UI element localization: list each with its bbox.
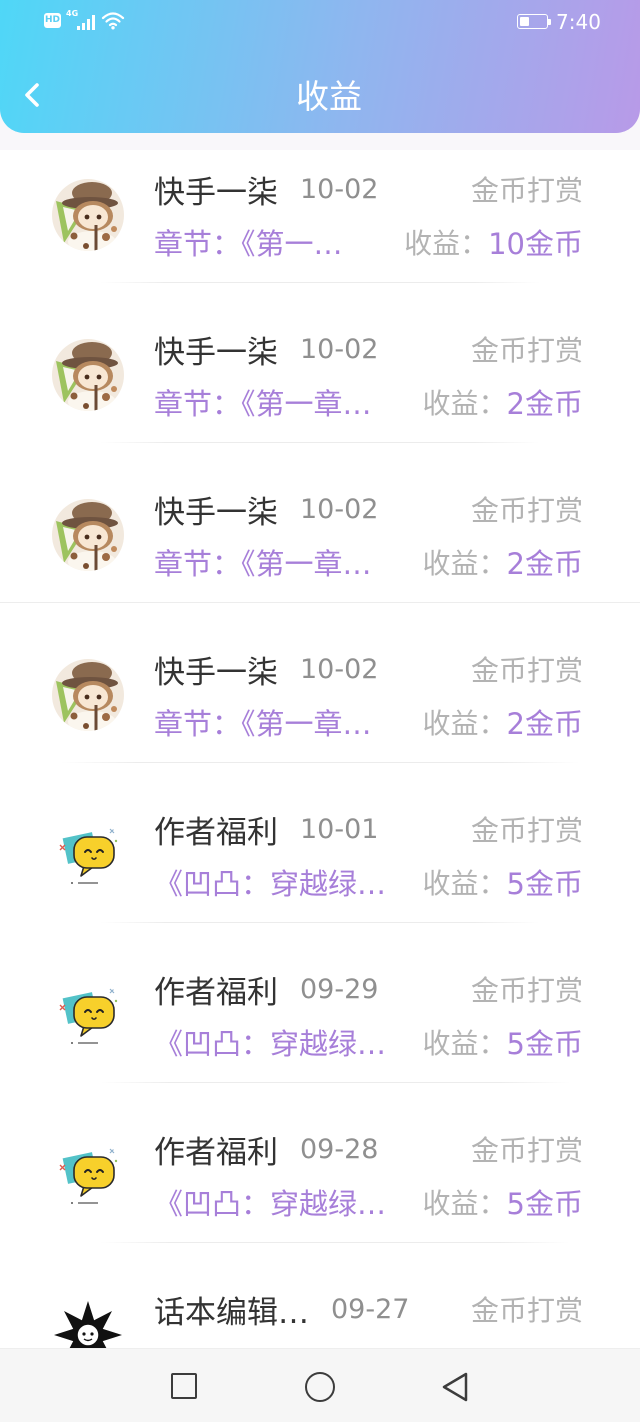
income-record-list[interactable]: 快手一柒 10-02 金币打赏 章节：《第一… 收益： 10金币 快手一柒 10-02 金币打赏…	[0, 150, 640, 1422]
system-nav-bar	[0, 1348, 640, 1422]
record-sender-name: 快手一柒	[154, 334, 278, 371]
income-amount: 10金币	[488, 227, 583, 261]
income-amount: 2金币	[506, 707, 583, 741]
record-date: 10-02	[300, 653, 379, 685]
record-source: 章节：《第一…	[154, 227, 343, 261]
avatar-girl-with-hat[interactable]	[52, 659, 124, 731]
record-date: 10-02	[300, 493, 379, 525]
record-date: 09-28	[300, 1133, 379, 1165]
income-record[interactable]: 快手一柒 10-02 金币打赏章节：《第一… 收益： 10金币	[0, 150, 640, 310]
record-sender-name: 作者福利	[154, 1134, 278, 1171]
record-sender-name: 快手一柒	[154, 494, 278, 531]
battery-icon	[517, 14, 552, 29]
record-type: 金币打赏	[470, 1294, 583, 1327]
row-divider	[100, 922, 540, 923]
income-label: 收益：	[422, 387, 507, 420]
record-type: 金币打赏	[470, 814, 583, 847]
record-detail-line: 章节：《第一章… 收益： 2金币	[154, 702, 583, 742]
record-date: 09-27	[331, 1293, 410, 1325]
record-sender-name: 作者福利	[154, 974, 278, 1011]
avatar-yellow-chat-bubble[interactable]	[52, 819, 124, 891]
record-header: 快手一柒 10-02 金币打赏	[154, 649, 583, 691]
record-detail-line: 章节：《第一章… 收益： 2金币	[154, 542, 583, 582]
record-header: 快手一柒 10-02 金币打赏	[154, 169, 583, 211]
avatar-yellow-chat-bubble[interactable]	[52, 979, 124, 1051]
income-record[interactable]: 作者福利 09-28 金币打赏《凹凸：穿越绿… 收益： 5金币	[0, 1110, 640, 1270]
record-header: 快手一柒 10-02 金币打赏	[154, 489, 583, 531]
income-amount: 5金币	[506, 1187, 583, 1221]
chevron-left-icon	[25, 83, 39, 107]
wifi-icon	[101, 12, 125, 30]
circle-icon[interactable]	[305, 1372, 335, 1402]
record-date: 10-02	[300, 173, 379, 205]
status-bar: HD 4G 7:40	[0, 0, 640, 44]
record-header: 作者福利 09-28 金币打赏	[154, 1129, 583, 1171]
income-label: 收益：	[404, 227, 489, 260]
record-sender-name: 快手一柒	[154, 654, 278, 691]
income-label: 收益：	[422, 547, 507, 580]
record-detail-line: 《凹凸：穿越绿… 收益： 5金币	[154, 1022, 583, 1062]
record-source: 章节：《第一章…	[154, 387, 372, 421]
row-divider	[100, 1082, 570, 1083]
income-label: 收益：	[422, 867, 507, 900]
income-amount: 2金币	[506, 387, 583, 421]
triangle-back-icon[interactable]	[440, 1371, 470, 1403]
avatar-girl-with-hat[interactable]	[52, 179, 124, 251]
square-icon[interactable]	[171, 1373, 197, 1399]
income-amount: 5金币	[506, 1027, 583, 1061]
record-type: 金币打赏	[470, 494, 583, 527]
income-label: 收益：	[422, 1187, 507, 1220]
app-header: HD 4G 7:40 收益	[0, 0, 640, 133]
signal-bars-icon	[77, 15, 95, 30]
status-time: 7:40	[556, 10, 601, 34]
avatar-girl-with-hat[interactable]	[52, 339, 124, 411]
record-type: 金币打赏	[470, 974, 583, 1007]
record-sender-name: 话本编辑…	[154, 1294, 309, 1331]
row-divider	[0, 602, 640, 603]
hd-badge: HD	[44, 13, 61, 28]
record-source: 《凹凸：穿越绿…	[154, 1027, 387, 1061]
record-type: 金币打赏	[470, 654, 583, 687]
record-source: 《凹凸：穿越绿…	[154, 867, 387, 901]
income-record[interactable]: 快手一柒 10-02 金币打赏章节：《第一章… 收益： 2金币	[0, 470, 640, 630]
record-detail-line: 《凹凸：穿越绿… 收益： 5金币	[154, 862, 583, 902]
avatar-girl-with-hat[interactable]	[52, 499, 124, 571]
record-header: 话本编辑… 09-27 金币打赏	[154, 1289, 583, 1331]
record-detail-line: 《凹凸：穿越绿… 收益： 5金币	[154, 1182, 583, 1222]
record-source: 章节：《第一章…	[154, 547, 372, 581]
record-header: 作者福利 09-29 金币打赏	[154, 969, 583, 1011]
record-detail-line: 章节：《第一… 收益： 10金币	[154, 222, 583, 262]
row-divider	[100, 442, 540, 443]
record-header: 作者福利 10-01 金币打赏	[154, 809, 583, 851]
record-sender-name: 快手一柒	[154, 174, 278, 211]
record-date: 10-01	[300, 813, 379, 845]
record-date: 09-29	[300, 973, 379, 1005]
record-date: 10-02	[300, 333, 379, 365]
income-record[interactable]: 快手一柒 10-02 金币打赏章节：《第一章… 收益： 2金币	[0, 630, 640, 790]
income-label: 收益：	[422, 707, 507, 740]
avatar-yellow-chat-bubble[interactable]	[52, 1139, 124, 1211]
income-label: 收益：	[422, 1027, 507, 1060]
record-detail-line: 章节：《第一章… 收益： 2金币	[154, 382, 583, 422]
page-title: 收益	[296, 77, 362, 116]
back-button[interactable]	[18, 78, 50, 112]
record-source: 《凹凸：穿越绿…	[154, 1187, 387, 1221]
record-type: 金币打赏	[470, 334, 583, 367]
income-amount: 2金币	[506, 547, 583, 581]
row-divider	[100, 1242, 570, 1243]
record-source: 章节：《第一章…	[154, 707, 372, 741]
income-record[interactable]: 快手一柒 10-02 金币打赏章节：《第一章… 收益： 2金币	[0, 310, 640, 470]
battery-level-fill	[520, 17, 529, 26]
record-type: 金币打赏	[470, 1134, 583, 1167]
income-record[interactable]: 作者福利 10-01 金币打赏《凹凸：穿越绿… 收益： 5金币	[0, 790, 640, 950]
record-type: 金币打赏	[470, 174, 583, 207]
row-divider	[100, 282, 540, 283]
row-divider	[60, 762, 580, 763]
income-amount: 5金币	[506, 867, 583, 901]
record-sender-name: 作者福利	[154, 814, 278, 851]
income-record[interactable]: 作者福利 09-29 金币打赏《凹凸：穿越绿… 收益： 5金币	[0, 950, 640, 1110]
record-header: 快手一柒 10-02 金币打赏	[154, 329, 583, 371]
